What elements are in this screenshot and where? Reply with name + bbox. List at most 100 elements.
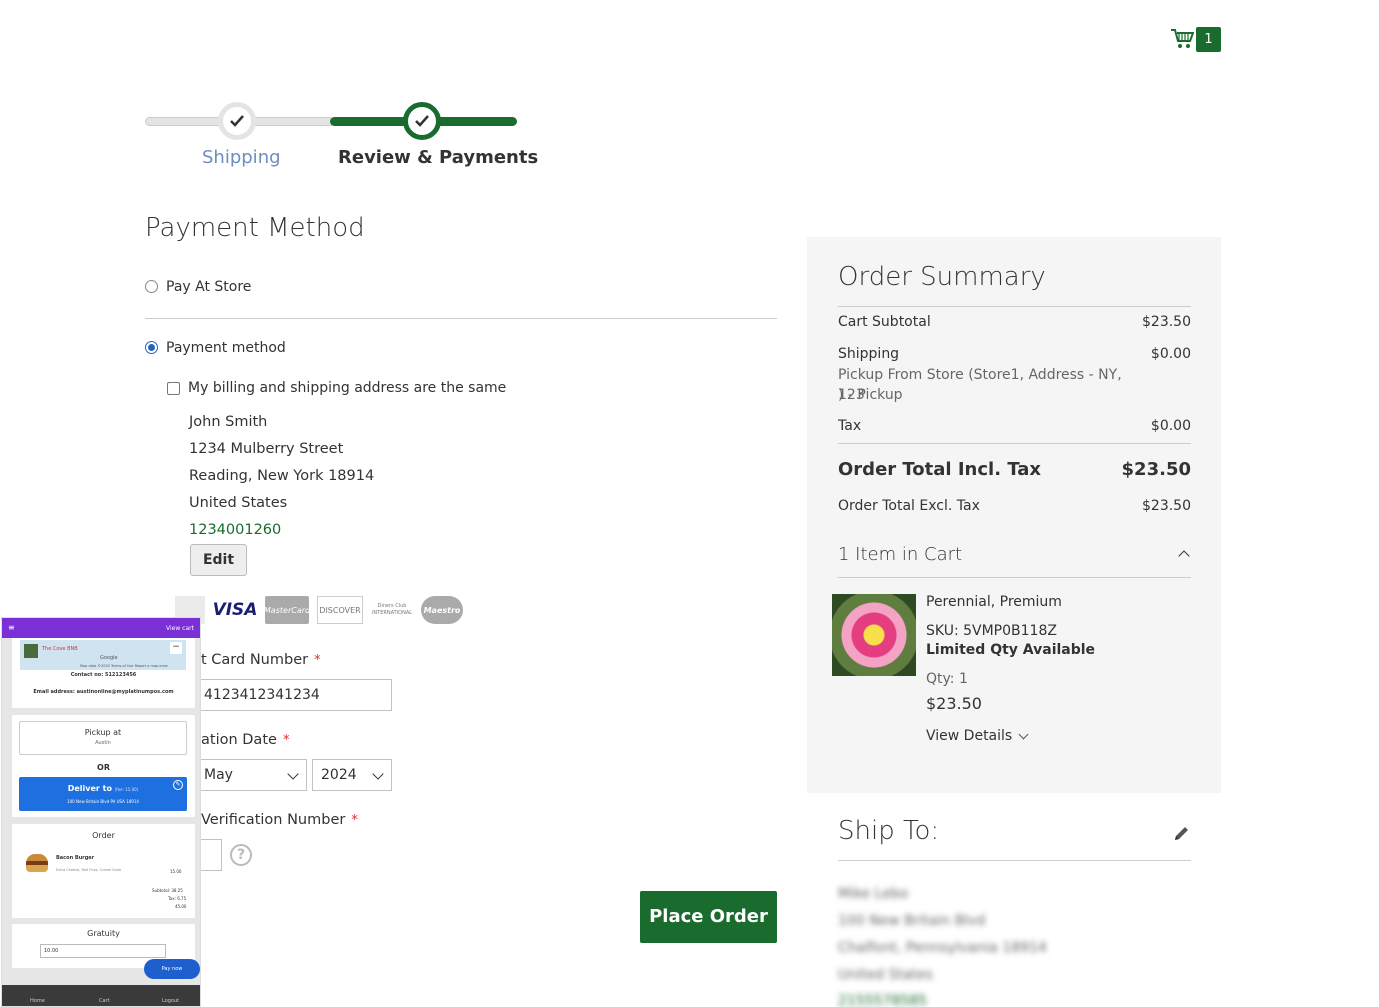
cart-count-badge[interactable]: 1 (1196, 27, 1221, 52)
order-summary-title: Order Summary (838, 262, 1046, 292)
diners-club-logo: Diners Club INTERNATIONAL (371, 603, 413, 616)
contact-number: Contact no: 512123456 (70, 672, 137, 678)
order-total-incl-value: $23.50 (1121, 459, 1191, 480)
view-details-toggle[interactable]: View Details (926, 728, 1029, 744)
exp-year-value: 2024 (321, 767, 357, 783)
order-total: 45.00 (175, 904, 187, 909)
order-item-name: Bacon Burger (56, 855, 95, 861)
billing-country: United States (189, 495, 288, 511)
billing-name: John Smith (189, 414, 268, 430)
payment-method-radio[interactable] (145, 341, 158, 354)
divider (838, 443, 1191, 444)
mobile-top-bar: ≡ View cart (2, 618, 200, 638)
discover-logo: DISCOVER (317, 596, 363, 624)
divider (838, 860, 1191, 861)
order-item-price: 15.00 (170, 869, 182, 874)
ship-to-country: United States (838, 967, 933, 983)
step-shipping-marker[interactable] (218, 102, 256, 140)
help-icon[interactable]: ? (230, 844, 252, 866)
exp-year-select[interactable]: 2024 (312, 759, 392, 791)
shipping-value: $0.00 (1150, 346, 1191, 362)
mobile-bottom-nav: Home Cart Logout (2, 985, 200, 1006)
payment-method-title: Payment Method (145, 213, 365, 243)
maestro-logo: Maestro (421, 596, 463, 624)
payment-method-label[interactable]: Payment method (166, 340, 286, 356)
cart-subtotal-row: Cart Subtotal $23.50 (838, 314, 1191, 330)
order-total-excl-label: Order Total Excl. Tax (838, 498, 980, 514)
map-footer: Map data ©2020 Terms of Use Report a map… (80, 664, 168, 668)
order-total-incl-row: Order Total Incl. Tax $23.50 (838, 459, 1191, 480)
place-order-button[interactable]: Place Order (640, 891, 777, 943)
order-total-incl-label: Order Total Incl. Tax (838, 459, 1042, 480)
nav-home[interactable]: Home (30, 998, 45, 1004)
billing-phone[interactable]: 1234001260 (189, 522, 281, 538)
or-separator: OR (97, 763, 110, 772)
exp-month-select[interactable]: May (195, 759, 307, 791)
map[interactable]: The Cove BNB Google − Map data ©2020 Ter… (20, 640, 186, 670)
product-sku: SKU: 5VMP0B118Z (926, 623, 1057, 639)
cart-subtotal-value: $23.50 (1142, 314, 1191, 330)
shipping-label: Shipping (838, 346, 900, 362)
tax-row: Tax $0.00 (838, 418, 1191, 434)
visa-logo: VISA (212, 600, 258, 620)
order-tax: Tax: 6.75 (168, 896, 187, 901)
chevron-down-icon (372, 768, 384, 780)
cvv-label-text: Verification Number (201, 812, 346, 828)
check-icon (230, 115, 244, 127)
map-thumbnail (24, 644, 38, 658)
view-cart-link[interactable]: View cart (166, 625, 194, 632)
divider (145, 318, 777, 319)
card-number-label: t Card Number * (201, 652, 321, 668)
edit-pencil-icon[interactable] (1173, 825, 1190, 842)
product-price: $23.50 (926, 694, 982, 713)
product-thumbnail[interactable] (832, 594, 916, 676)
menu-icon[interactable]: ≡ (8, 623, 15, 632)
order-item-desc: Extra Cheese, Red Fries, Cream Soda (56, 868, 122, 872)
edit-address-button[interactable]: Edit (190, 544, 247, 576)
order-total-excl-row: Order Total Excl. Tax $23.50 (838, 498, 1191, 514)
card-logos: VISA MasterCard DISCOVER Diners Club INT… (175, 595, 463, 625)
pay-at-store-label[interactable]: Pay At Store (166, 279, 251, 295)
step-shipping-label[interactable]: Shipping (202, 147, 281, 168)
shipping-method-line-2: ) - Pickup (838, 387, 903, 403)
ship-to-name: Mike Lebo (838, 886, 909, 902)
cart-subtotal-label: Cart Subtotal (838, 314, 931, 330)
order-subtotal: Subtotal: 38.25 (152, 888, 183, 893)
store-email: Email address: austinonline@myplatinumpo… (33, 689, 174, 695)
zoom-out-button[interactable]: − (170, 642, 182, 654)
fulfillment-card: Pickup at Austin OR Deliver to (fee: 15.… (12, 715, 195, 817)
deliver-to-line: Deliver to (fee: 15.00) (19, 784, 187, 793)
items-in-cart-toggle[interactable]: 1 Item in Cart (838, 544, 962, 565)
deliver-to-label: Deliver to (67, 784, 112, 793)
cvv-label: Verification Number * (201, 812, 358, 828)
divider (838, 577, 1191, 578)
check-icon (415, 115, 429, 127)
ship-to-title: Ship To: (838, 816, 940, 846)
cart-icon[interactable] (1170, 28, 1194, 50)
gratuity-input[interactable]: 10.00 (40, 944, 166, 958)
ship-to-city: Chalfont, Pennsylvania 18914 (838, 940, 1047, 956)
same-address-checkbox[interactable] (167, 382, 180, 395)
tax-label: Tax (838, 418, 862, 434)
pickup-at-button[interactable]: Pickup at Austin (19, 721, 187, 755)
deliver-to-button[interactable]: Deliver to (fee: 15.00) 100 New Britain … (19, 777, 187, 811)
required-mark: * (351, 813, 358, 828)
pay-now-button[interactable]: Pay now (144, 959, 200, 979)
edit-icon[interactable]: ✎ (173, 780, 183, 790)
step-review-label: Review & Payments (338, 147, 539, 168)
nav-cart[interactable]: Cart (99, 998, 110, 1004)
card-number-input[interactable]: 4123412341234 (195, 679, 392, 711)
product-qty: Qty: 1 (926, 671, 968, 687)
billing-street: 1234 Mulberry Street (189, 441, 344, 457)
order-total-excl-value: $23.50 (1142, 498, 1191, 514)
ship-to-phone: 2155578585 (838, 993, 928, 1007)
nav-logout[interactable]: Logout (162, 998, 179, 1004)
chevron-down-icon (1018, 729, 1029, 739)
exp-month-value: May (204, 767, 233, 783)
pay-at-store-radio[interactable] (145, 280, 158, 293)
store-info-card: The Cove BNB Google − Map data ©2020 Ter… (12, 638, 195, 708)
pickup-location: Austin (95, 740, 111, 746)
burger-image (26, 854, 48, 872)
mastercard-logo: MasterCard (264, 596, 310, 624)
same-address-label[interactable]: My billing and shipping address are the … (188, 380, 506, 396)
